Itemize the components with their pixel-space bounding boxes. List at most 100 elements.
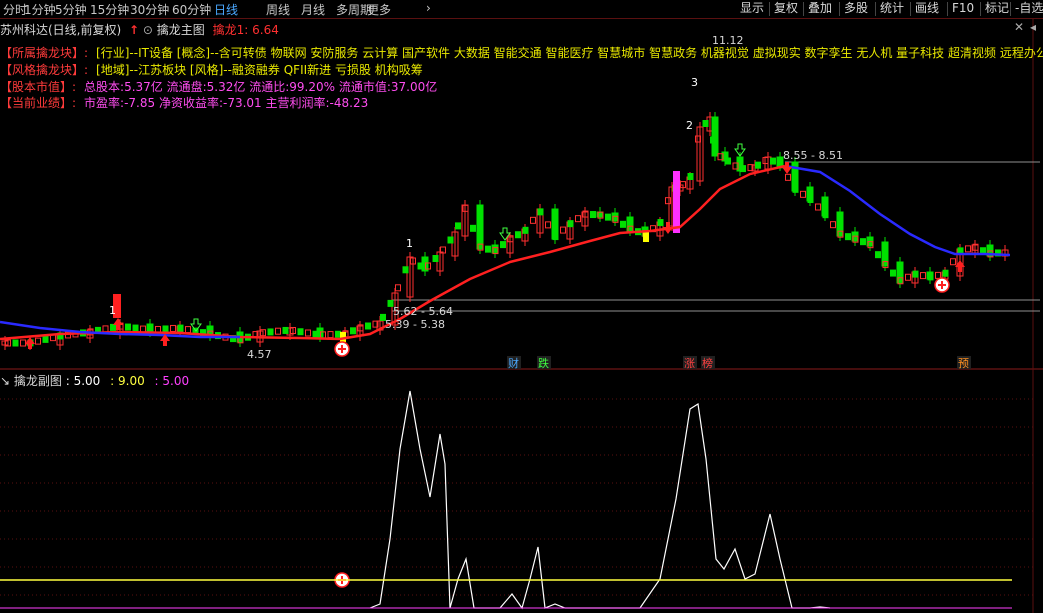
candle-body xyxy=(500,241,506,249)
candle-body xyxy=(485,245,491,253)
candle-body xyxy=(470,224,476,232)
toolbar-button-5[interactable]: 画线 xyxy=(913,0,941,17)
info-text: [行业]--IT设备 [概念]--含可转债 物联网 安防服务 云计算 国产软件 … xyxy=(96,46,1043,60)
up-arrow-icon: ↑ xyxy=(129,23,140,37)
candle-body xyxy=(725,157,731,165)
info-label: 【股本市值】: xyxy=(0,80,77,94)
candle-body xyxy=(905,273,911,281)
candle-body xyxy=(282,326,289,334)
indicator-value: 擒龙1: 6.64 xyxy=(212,23,279,37)
tab-3[interactable]: 15分钟 xyxy=(90,1,129,18)
candle-body xyxy=(522,226,529,234)
tab-1[interactable]: 1分钟 xyxy=(24,1,56,18)
number-marker: 1 xyxy=(109,304,116,317)
info-label: 【风格擒龙块】: xyxy=(0,63,89,77)
toolbar-button-7[interactable]: 标记 xyxy=(983,0,1011,17)
info-label: 【当前业绩】: xyxy=(0,96,77,110)
tab-6[interactable]: 日线 xyxy=(214,1,238,18)
price-annotation: 5.62 - 5.64 xyxy=(393,305,453,318)
info-text: 总股本:5.37亿 流通盘:5.32亿 流通比:99.20% 流通市值:37.0… xyxy=(84,80,438,94)
candle-body xyxy=(365,322,371,330)
price-annotation: 5.39 - 5.38 xyxy=(385,318,445,331)
candle-body xyxy=(935,271,941,279)
candle-body xyxy=(620,220,626,228)
candle-body xyxy=(875,251,881,259)
toolbar-button-2[interactable]: 叠加 xyxy=(806,0,834,17)
candle-body xyxy=(312,330,319,338)
info-line: 【股本市值】: 总股本:5.37亿 流通盘:5.32亿 流通比:99.20% 流通… xyxy=(0,78,437,95)
candle-body xyxy=(476,204,484,250)
candle-body xyxy=(42,335,49,343)
candle-body xyxy=(755,161,761,169)
event-tag: 跌 xyxy=(538,356,549,370)
price-annotation: 8.55 - 8.51 xyxy=(783,149,843,162)
toolbar-separator xyxy=(947,2,948,16)
toolbar-button-1[interactable]: 复权 xyxy=(772,0,800,17)
toolbar-button-6[interactable]: F10 xyxy=(950,0,976,17)
candle-body xyxy=(912,270,919,278)
candle-body xyxy=(792,185,799,193)
candle-body xyxy=(770,157,776,165)
tab-2[interactable]: 5分钟 xyxy=(55,1,87,18)
number-marker: 3 xyxy=(691,76,698,89)
tab-4[interactable]: 30分钟 xyxy=(130,1,169,18)
settings-circle-icon[interactable]: ⊙ xyxy=(143,23,153,37)
toolbar-button-3[interactable]: 多股 xyxy=(842,0,870,17)
info-label: 【所属擒龙块】: xyxy=(0,46,89,60)
close-icon[interactable]: ✕ xyxy=(1014,20,1024,34)
candle-body xyxy=(830,221,836,229)
candle-body xyxy=(327,331,334,339)
info-line: 【当前业绩】: 市盈率:-7.85 净资收益率:-73.01 主营利润率:-48.… xyxy=(0,94,368,111)
event-tag: 涨 xyxy=(684,357,695,370)
candle-body xyxy=(950,258,956,266)
up-arrow-icon xyxy=(25,337,35,349)
info-line: 【所属擒龙块】: [行业]--IT设备 [概念]--含可转债 物联网 安防服务 云… xyxy=(0,44,1043,61)
event-tag: 榜 xyxy=(702,356,713,370)
toolbar-button-0[interactable]: 显示 xyxy=(738,0,766,17)
indicator-name[interactable]: 擒龙主图 xyxy=(157,23,205,37)
candle-body xyxy=(942,269,949,277)
tab-5[interactable]: 60分钟 xyxy=(172,1,211,18)
tab-8[interactable]: 月线 xyxy=(301,1,325,18)
tab-7[interactable]: 周线 xyxy=(266,1,290,18)
candle-body xyxy=(860,238,866,246)
sub-pane-grid xyxy=(0,398,1033,596)
tab-10[interactable]: 更多 xyxy=(367,1,391,18)
info-line: 【风格擒龙块】: [地域]--江苏板块 [风格]--融资融券 QFII新进 亏损股… xyxy=(0,61,423,78)
candle-body xyxy=(605,213,611,221)
candle-body xyxy=(275,327,281,335)
main-pane-header: 苏州科达(日线,前复权) ↑ ⊙ 擒龙主图 擒龙1: 6.64 xyxy=(0,21,279,38)
toolbar-separator xyxy=(910,2,911,16)
scroll-arrow-icon[interactable]: ◂ xyxy=(1030,20,1036,34)
toolbar-separator xyxy=(803,2,804,16)
info-text: [地域]--江苏板块 [风格]--融资融券 QFII新进 亏损股 机构吸筹 xyxy=(96,63,423,77)
toolbar-button-4[interactable]: 统计 xyxy=(878,0,906,17)
candle-body xyxy=(807,196,814,203)
more-arrow-icon[interactable]: › xyxy=(426,1,431,15)
candle-body xyxy=(657,219,664,227)
candle-body xyxy=(710,136,716,144)
candle-body xyxy=(417,262,424,270)
candle-body xyxy=(687,173,694,180)
candle-body xyxy=(432,255,439,262)
candle-body xyxy=(102,325,109,333)
candle-body xyxy=(530,216,536,224)
toolbar-separator xyxy=(769,2,770,16)
toolbar-separator xyxy=(1010,2,1011,16)
stock-title: 苏州科达(日线,前复权) xyxy=(0,23,122,37)
toolbar-separator xyxy=(839,2,840,16)
sub-pane-header: ↘ 擒龙副图 : 5.00 : 9.00 : 5.00 xyxy=(0,372,189,389)
candle-body xyxy=(455,222,461,230)
candle-body xyxy=(575,215,581,223)
candle-body xyxy=(552,233,559,241)
sub-title[interactable]: 擒龙副图 xyxy=(14,374,62,388)
candle-body xyxy=(740,165,746,173)
candle-body xyxy=(965,245,971,253)
sub-value-3: : 5.00 xyxy=(154,374,190,388)
candle-body xyxy=(537,208,544,216)
candle-highlight xyxy=(673,171,680,233)
toolbar-button-8[interactable]: -自选 xyxy=(1013,0,1043,17)
candle-body xyxy=(267,328,274,336)
candlesticks xyxy=(1,112,1009,350)
candle-body xyxy=(545,221,551,229)
